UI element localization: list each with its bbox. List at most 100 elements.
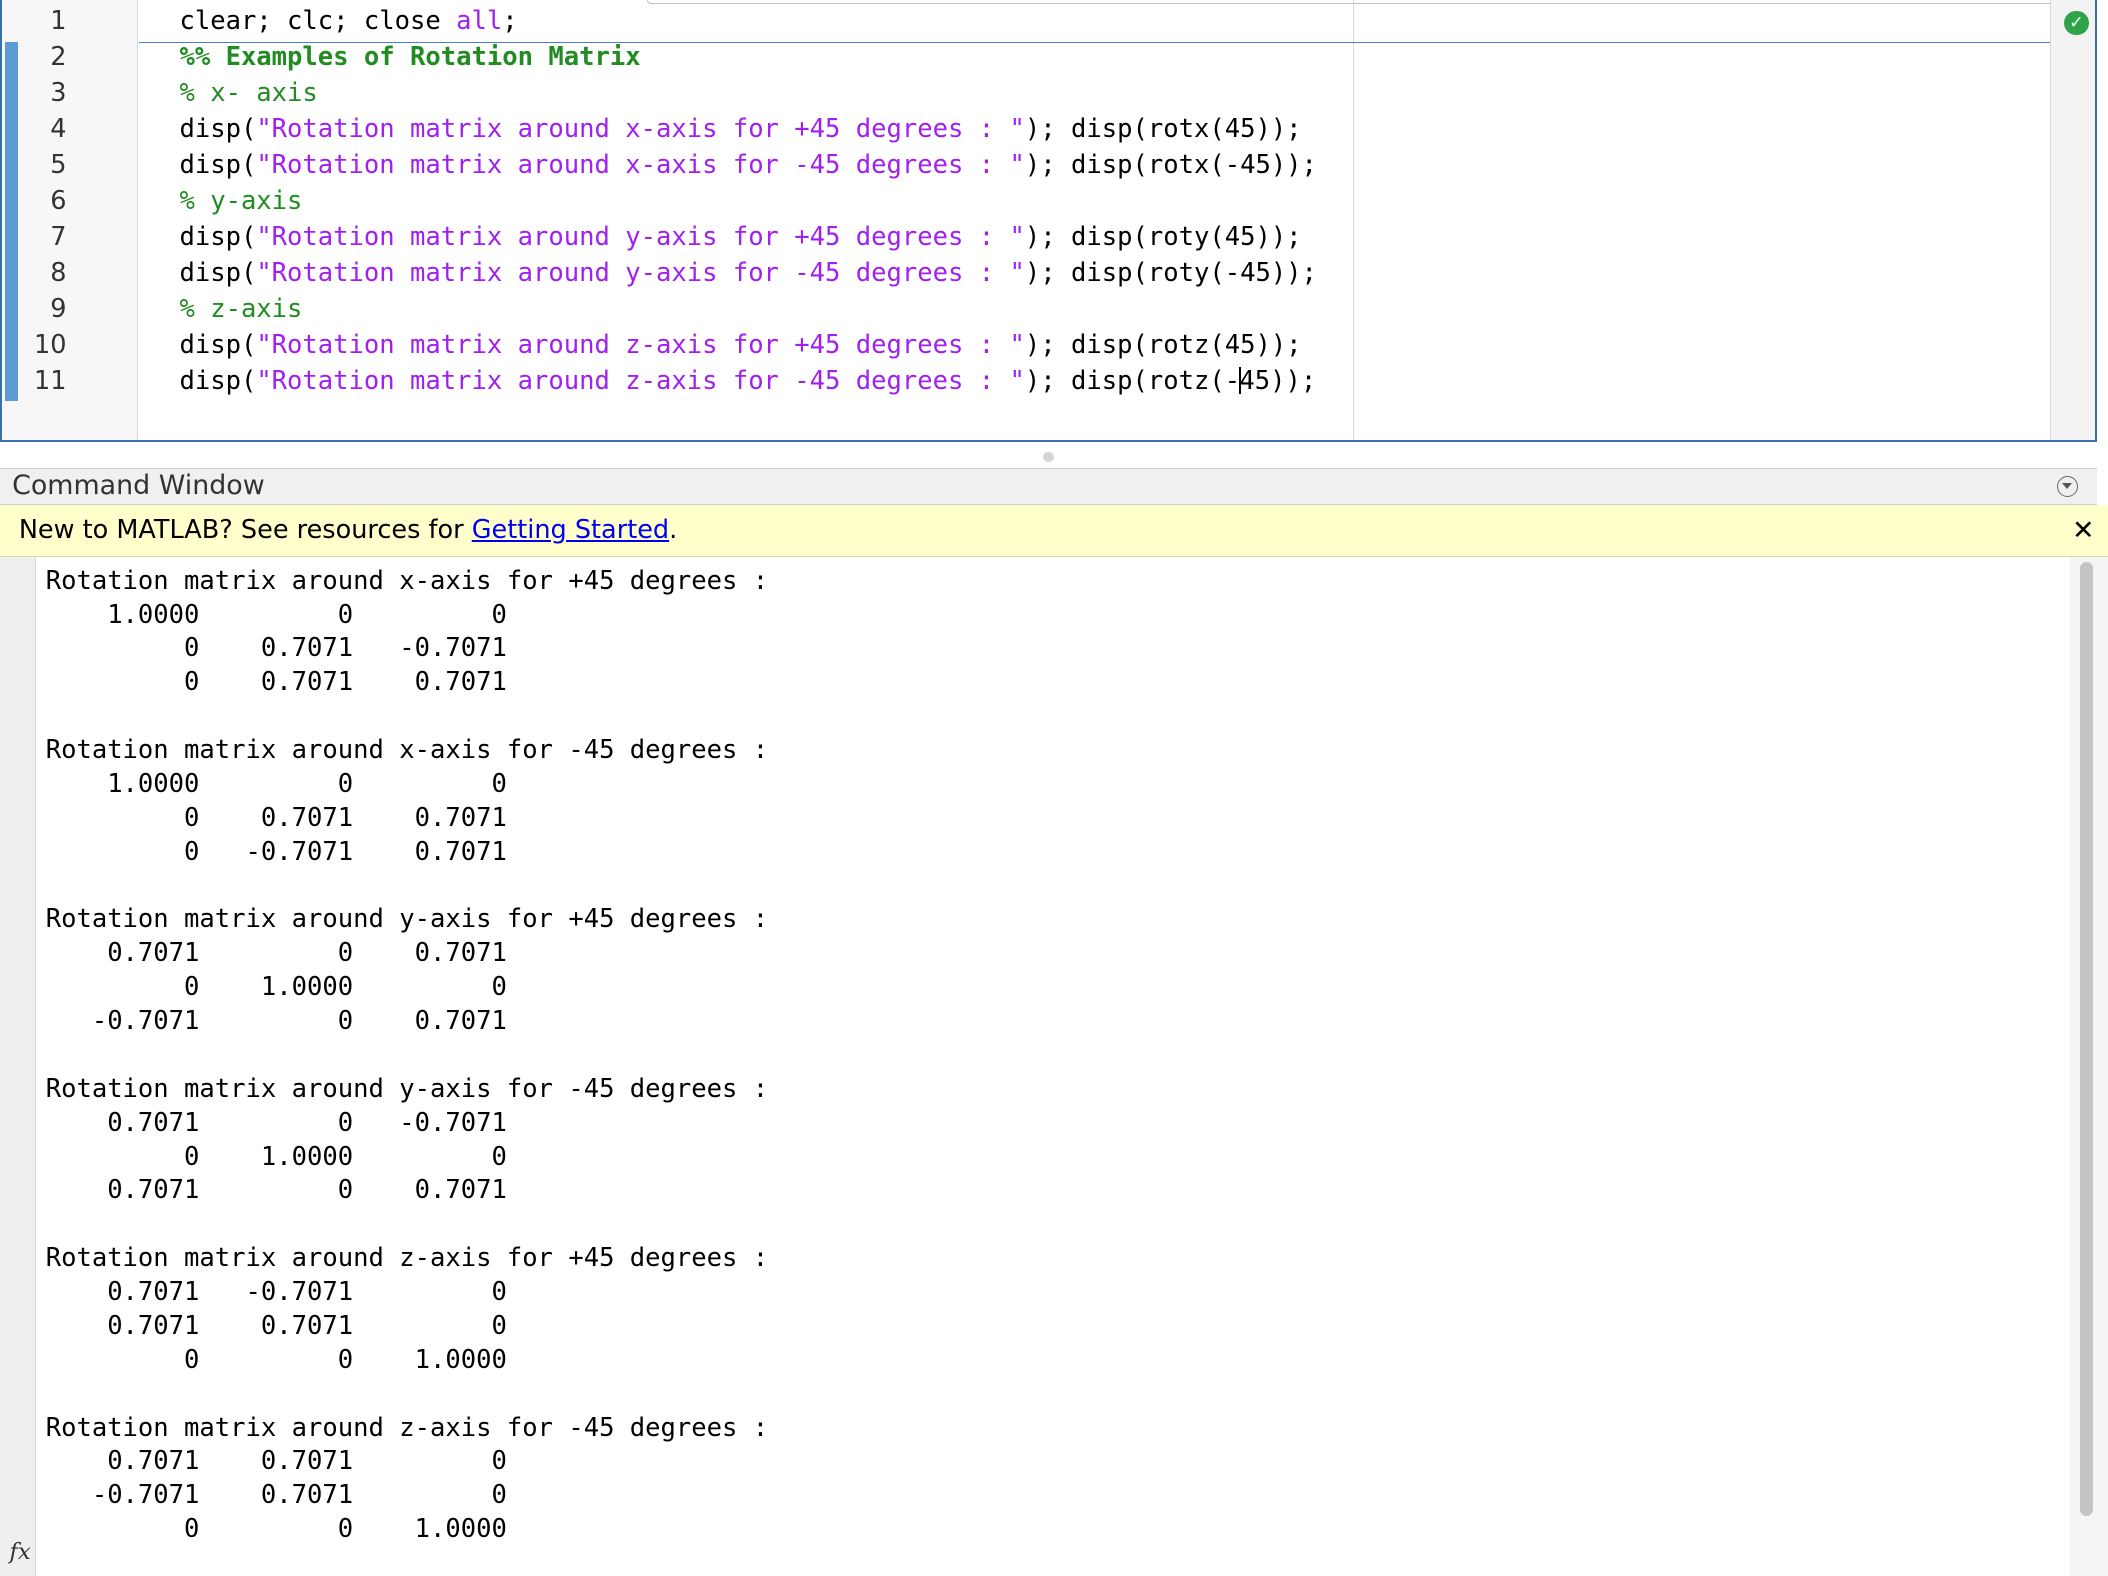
line-number: 6 xyxy=(50,185,67,216)
code-token: all xyxy=(456,5,503,36)
matrix-row: 0 1.0000 0 xyxy=(45,972,507,1003)
matrix-row: 0.7071 -0.7071 0 xyxy=(45,1277,507,1308)
matrix-row: 0.7071 0 0.7071 xyxy=(45,938,507,969)
code-editor[interactable]: 1 clear; clc; close all; 2 %% Examples of R… xyxy=(0,0,2098,443)
code-text[interactable]: disp("Rotation matrix around y-axis for … xyxy=(179,255,1316,291)
line-number: 4 xyxy=(50,113,67,144)
code-token: disp( xyxy=(179,113,257,144)
matrix-row: 0 0.7071 0.7071 xyxy=(45,802,507,833)
editor-scrollbar[interactable]: ✓ xyxy=(2049,0,2096,441)
code-token: ; xyxy=(502,5,518,36)
check-icon[interactable]: ✓ xyxy=(2064,10,2089,35)
code-token: disp( xyxy=(179,149,257,180)
code-line[interactable]: 10 disp("Rotation matrix around z-axis fo… xyxy=(2,327,1346,363)
output-header: Rotation matrix around y-axis for +45 de… xyxy=(45,904,769,935)
matrix-row: 0 0 1.0000 xyxy=(45,1344,507,1375)
code-line[interactable]: 11 disp("Rotation matrix around z-axis fo… xyxy=(2,363,1346,399)
line-number: 2 xyxy=(50,41,67,72)
code-token: % x- axis xyxy=(179,77,318,108)
close-icon[interactable]: ✕ xyxy=(2072,505,2095,556)
code-token: "Rotation matrix around y-axis for +45 d… xyxy=(256,221,1025,252)
command-window-scrollbar[interactable] xyxy=(2070,556,2108,1576)
code-token: disp( xyxy=(179,257,257,288)
code-text[interactable]: % z-axis xyxy=(179,291,302,327)
code-line[interactable]: 2 %% Examples of Rotation Matrix xyxy=(2,39,1346,75)
scrollbar-thumb[interactable] xyxy=(2079,561,2094,1517)
matrix-row: 1.0000 0 0 xyxy=(45,599,507,630)
banner-suffix: . xyxy=(669,515,678,546)
line-number: 3 xyxy=(50,77,67,108)
output-header: Rotation matrix around y-axis for -45 de… xyxy=(45,1073,769,1104)
splitter-grip-icon[interactable] xyxy=(1043,451,1054,463)
code-token: ); disp(rotz(- xyxy=(1024,365,1241,396)
output-header: Rotation matrix around z-axis for +45 de… xyxy=(45,1243,769,1274)
panel-splitter[interactable] xyxy=(0,442,2108,470)
code-token: disp( xyxy=(179,365,257,396)
output-header: Rotation matrix around x-axis for +45 de… xyxy=(45,565,769,596)
code-token: % y-axis xyxy=(179,185,303,216)
getting-started-banner: New to MATLAB? See resources for Getting… xyxy=(0,505,2108,557)
banner-text: New to MATLAB? See resources for Getting… xyxy=(19,505,677,556)
command-window-header: Command Window xyxy=(0,467,2098,506)
code-token: disp( xyxy=(179,221,257,252)
matrix-row: 1.0000 0 0 xyxy=(45,768,507,799)
command-window-title: Command Window xyxy=(12,470,265,502)
command-window-left-margin: fx xyxy=(0,556,37,1576)
code-line[interactable]: 1 clear; clc; close all; xyxy=(2,3,1346,39)
code-token: % z-axis xyxy=(179,293,303,324)
code-token: disp( xyxy=(179,329,257,360)
code-token: "Rotation matrix around y-axis for -45 d… xyxy=(256,257,1025,288)
code-line[interactable]: 6 % y-axis xyxy=(2,183,1346,219)
matrix-row: 0.7071 0.7071 0 xyxy=(45,1446,507,1477)
code-text[interactable]: clear; clc; close all; xyxy=(179,3,517,39)
code-token: ); disp(roty(45)); xyxy=(1024,221,1302,252)
matrix-row: 0.7071 0 0.7071 xyxy=(45,1175,507,1206)
code-line[interactable]: 8 disp("Rotation matrix around y-axis for… xyxy=(2,255,1346,291)
matrix-row: 0 0.7071 0.7071 xyxy=(45,667,507,698)
matrix-row: 0 -0.7071 0.7071 xyxy=(45,836,507,867)
code-token: "Rotation matrix around x-axis for -45 d… xyxy=(256,149,1025,180)
code-line[interactable]: 4 disp("Rotation matrix around x-axis for… xyxy=(2,111,1346,147)
code-line[interactable]: 5 disp("Rotation matrix around x-axis for… xyxy=(2,147,1346,183)
right-margin-line xyxy=(1353,0,1355,441)
matrix-row: -0.7071 0.7071 0 xyxy=(45,1480,507,1511)
code-line[interactable]: 3 % x- axis xyxy=(2,75,1346,111)
code-token: ); disp(rotx(-45)); xyxy=(1024,149,1317,180)
code-token: ); disp(roty(-45)); xyxy=(1024,257,1317,288)
code-text[interactable]: disp("Rotation matrix around z-axis for … xyxy=(179,363,1316,399)
code-text[interactable]: disp("Rotation matrix around x-axis for … xyxy=(179,111,1301,147)
code-text[interactable]: disp("Rotation matrix around y-axis for … xyxy=(179,219,1301,255)
fx-icon[interactable]: fx xyxy=(9,1539,30,1565)
command-output: Rotation matrix around x-axis for +45 de… xyxy=(46,565,768,1547)
line-number: 10 xyxy=(34,329,67,360)
code-token: "Rotation matrix around z-axis for +45 d… xyxy=(256,329,1025,360)
code-text[interactable]: disp("Rotation matrix around z-axis for … xyxy=(179,327,1301,363)
code-token: 45)); xyxy=(1239,365,1317,396)
chevron-down-circle-icon[interactable] xyxy=(2056,475,2079,498)
code-text[interactable]: % y-axis xyxy=(179,183,302,219)
code-token: ); disp(rotx(45)); xyxy=(1024,113,1302,144)
getting-started-link[interactable]: Getting Started xyxy=(472,515,669,545)
matrix-row: 0.7071 0 -0.7071 xyxy=(45,1107,507,1138)
code-text[interactable]: disp("Rotation matrix around x-axis for … xyxy=(179,147,1316,183)
line-number: 1 xyxy=(50,5,67,36)
matrix-row: -0.7071 0 0.7071 xyxy=(45,1006,507,1037)
matrix-row: 0 0.7071 -0.7071 xyxy=(45,633,507,664)
code-token: "Rotation matrix around x-axis for +45 d… xyxy=(256,113,1025,144)
line-number: 8 xyxy=(50,257,67,288)
code-line[interactable]: 7 disp("Rotation matrix around y-axis for… xyxy=(2,219,1346,255)
command-window-body[interactable]: fx Rotation matrix around x-axis for +45… xyxy=(0,556,2108,1576)
line-number: 5 xyxy=(50,149,67,180)
code-line[interactable]: 9 % z-axis xyxy=(2,291,1346,327)
code-token: "Rotation matrix around z-axis for -45 d… xyxy=(256,365,1025,396)
code-text[interactable]: % x- axis xyxy=(179,75,317,111)
code-token: clear; clc; close xyxy=(179,5,457,36)
code-text[interactable]: %% Examples of Rotation Matrix xyxy=(179,39,640,75)
line-number: 9 xyxy=(50,293,67,324)
line-number: 7 xyxy=(50,221,67,252)
matrix-row: 0.7071 0.7071 0 xyxy=(45,1310,507,1341)
code-token: ); disp(rotz(45)); xyxy=(1024,329,1302,360)
